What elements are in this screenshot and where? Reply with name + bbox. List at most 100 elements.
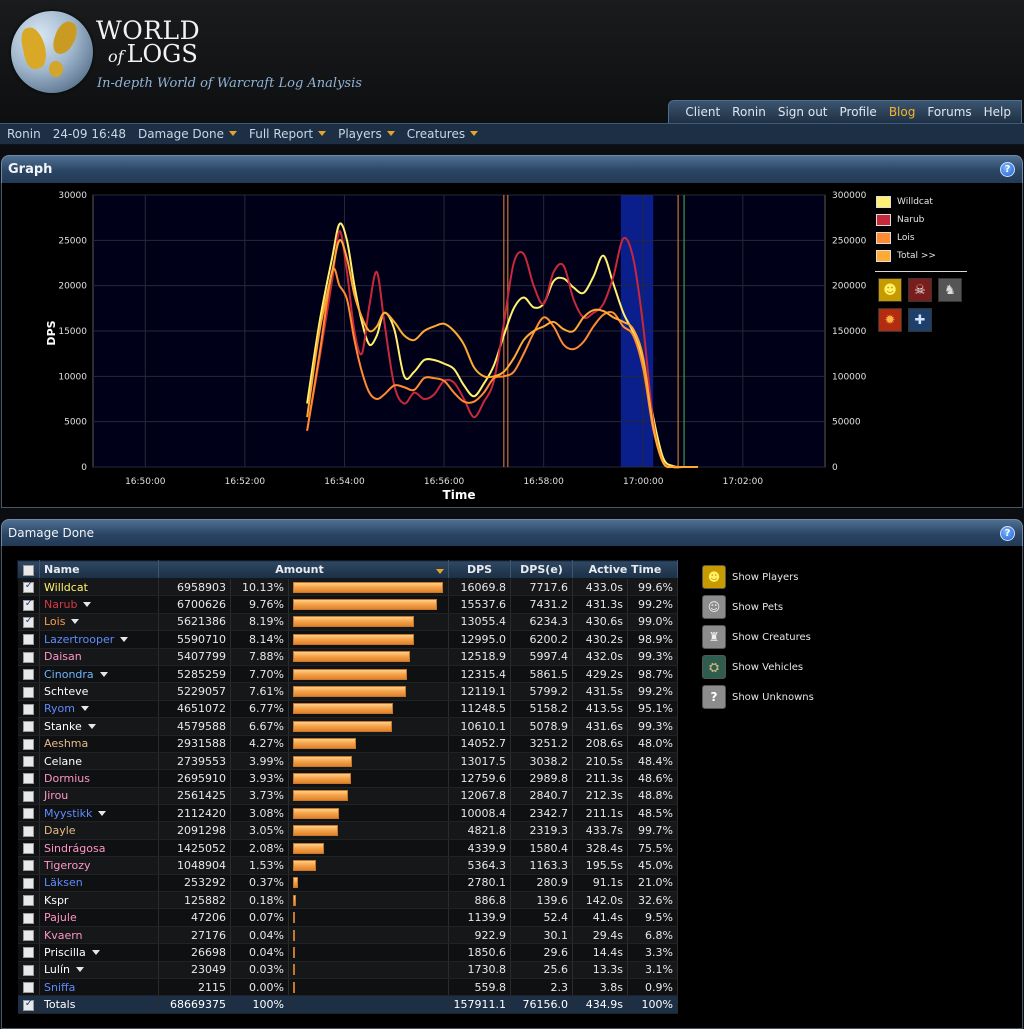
row-checkbox[interactable] xyxy=(22,634,34,646)
row-checkbox[interactable] xyxy=(22,964,34,976)
player-name-link[interactable]: Willdcat xyxy=(44,581,88,594)
row-checkbox[interactable] xyxy=(22,843,34,855)
breadcrumb-item[interactable]: Ronin xyxy=(7,127,41,141)
damage-help-icon[interactable]: ? xyxy=(1000,526,1015,541)
player-name-link[interactable]: Lazertrooper xyxy=(44,633,114,646)
table-row[interactable]: Pajule 47206 0.07% 1139.9 52.4 41.4s 9.5% xyxy=(17,908,678,927)
row-checkbox[interactable] xyxy=(22,686,34,698)
row-checkbox[interactable] xyxy=(22,598,34,611)
chevron-down-icon[interactable] xyxy=(386,131,395,136)
row-checkbox[interactable] xyxy=(22,982,34,994)
nav-link-client[interactable]: Client xyxy=(685,105,720,119)
player-name-link[interactable]: Myystikk xyxy=(44,807,92,820)
row-checkbox[interactable] xyxy=(22,947,34,959)
nav-link-forums[interactable]: Forums xyxy=(927,105,971,119)
chevron-down-icon[interactable] xyxy=(91,949,100,955)
player-name-link[interactable]: Tigerozy xyxy=(44,859,90,872)
table-row[interactable]: Narub 67006269.76% 15537.67431.2431.3s99.2… xyxy=(17,595,678,614)
show-option-show-creatures[interactable]: ♜ Show Creatures xyxy=(702,622,814,652)
nav-link-help[interactable]: Help xyxy=(984,105,1011,119)
chevron-down-icon[interactable] xyxy=(470,131,479,136)
plus-icon[interactable]: ✚ xyxy=(908,308,932,332)
player-name-link[interactable]: Ryom xyxy=(44,702,75,715)
nav-link-blog[interactable]: Blog xyxy=(889,105,916,119)
table-row[interactable]: Celane 2739553 3.99% 13017.5 3038.2 210.5s 48.… xyxy=(17,752,678,771)
world-of-logs-globe-logo[interactable] xyxy=(11,11,93,93)
row-checkbox[interactable] xyxy=(22,912,34,924)
show-option-show-players[interactable]: ☻ Show Players xyxy=(702,562,814,592)
table-row[interactable]: Aeshma 2931588 4.27% 14052.7 3251.2 208.6s 48.… xyxy=(17,735,678,753)
pets-icon[interactable]: ♞ xyxy=(938,278,962,302)
active-time-column-header[interactable]: Active Time xyxy=(572,560,678,579)
row-checkbox[interactable] xyxy=(22,825,34,837)
chevron-down-icon[interactable] xyxy=(76,967,84,973)
vehicles-icon[interactable]: ⛭ xyxy=(702,655,726,679)
chevron-down-icon[interactable] xyxy=(83,602,92,608)
nav-link-profile[interactable]: Profile xyxy=(840,105,877,119)
player-name-link[interactable]: Jirou xyxy=(44,789,68,802)
row-checkbox[interactable] xyxy=(22,651,34,663)
table-row[interactable]: Läksen 253292 0.37% 2780.1 280.9 91.1s 21.0% xyxy=(17,874,678,893)
row-checkbox[interactable] xyxy=(22,877,34,889)
chevron-down-icon[interactable] xyxy=(98,810,107,816)
chevron-down-icon[interactable] xyxy=(81,706,89,712)
select-all-header[interactable] xyxy=(17,560,40,579)
player-name-link[interactable]: Stanke xyxy=(44,720,82,733)
table-row[interactable]: Cinondra 5285259 7.70% 12315.4 5861.5 429.2s 9… xyxy=(17,665,678,684)
dpse-column-header[interactable]: DPS(e) xyxy=(510,560,573,579)
player-name-link[interactable]: Schteve xyxy=(44,685,88,698)
site-logo-text[interactable]: WORLD of LOGS xyxy=(96,18,200,68)
creatures-skull-icon[interactable]: ☠ xyxy=(908,278,932,302)
row-checkbox[interactable] xyxy=(22,756,34,768)
row-checkbox[interactable] xyxy=(22,580,34,594)
player-name-link[interactable]: Lois xyxy=(44,615,65,628)
table-row[interactable]: Dayle 2091298 3.05% 4821.8 2319.3 433.7s 99.7% xyxy=(17,821,678,840)
chevron-down-icon[interactable] xyxy=(71,619,80,625)
breadcrumb-item[interactable]: Full Report xyxy=(249,127,327,141)
breadcrumb-item[interactable]: 24-09 16:48 xyxy=(53,127,126,141)
row-checkbox[interactable] xyxy=(22,773,34,785)
table-row[interactable]: Sniffa 2115 0.00% 559.8 2.3 3.8s 0.9% xyxy=(17,978,678,997)
row-checkbox[interactable] xyxy=(22,615,34,628)
show-option-show-unknowns[interactable]: ? Show Unknowns xyxy=(702,682,814,712)
table-row[interactable]: Ryom 4651072 6.77% 11248.5 5158.2 413.5s 95.1% xyxy=(17,700,678,719)
totals-checkbox[interactable] xyxy=(22,998,34,1011)
row-checkbox[interactable] xyxy=(22,860,34,872)
show-option-show-pets[interactable]: ☺ Show Pets xyxy=(702,592,814,622)
row-checkbox[interactable] xyxy=(22,930,34,941)
select-all-checkbox[interactable] xyxy=(23,564,34,576)
table-row[interactable]: Jirou 2561425 3.73% 12067.8 2840.7 212.3s 48.8… xyxy=(17,787,678,806)
nav-link-ronin[interactable]: Ronin xyxy=(732,105,766,119)
pets-icon[interactable]: ☺ xyxy=(702,595,726,619)
chevron-down-icon[interactable] xyxy=(99,671,108,677)
table-row[interactable]: Schteve 5229057 7.61% 12119.1 5799.2 431.5s 99… xyxy=(17,682,678,701)
table-row[interactable]: Willdcat 695890310.13% 16069.87717.6433.0s… xyxy=(17,578,678,597)
show-option-show-vehicles[interactable]: ⛭ Show Vehicles xyxy=(702,652,814,682)
players-icon[interactable]: ☻ xyxy=(878,278,902,302)
row-checkbox[interactable] xyxy=(22,703,34,715)
graph-help-icon[interactable]: ? xyxy=(1000,162,1015,177)
table-row[interactable]: Stanke 4579588 6.67% 10610.1 5078.9 431.6s 99.… xyxy=(17,717,678,736)
table-row[interactable]: Dormius 2695910 3.93% 12759.6 2989.8 211.3s 48… xyxy=(17,769,678,788)
row-checkbox[interactable] xyxy=(22,790,34,802)
name-column-header[interactable]: Name xyxy=(39,560,159,579)
table-row[interactable]: Daisan 5407799 7.88% 12518.9 5997.4 432.0s 99.… xyxy=(17,648,678,666)
player-name-link[interactable]: Dormius xyxy=(44,772,90,785)
player-name-link[interactable]: Kvaern xyxy=(44,929,83,942)
player-name-link[interactable]: Celane xyxy=(44,755,82,768)
player-name-link[interactable]: Pajule xyxy=(44,911,77,924)
player-name-link[interactable]: Läksen xyxy=(44,876,83,889)
table-row[interactable]: Kspr 125882 0.18% 886.8 139.6 142.0s 32.6% xyxy=(17,891,678,910)
player-name-link[interactable]: Kspr xyxy=(44,894,68,907)
table-row[interactable]: Lulín 23049 0.03% 1730.8 25.6 13.3s 3.1% xyxy=(17,961,678,979)
row-checkbox[interactable] xyxy=(22,669,34,681)
player-name-link[interactable]: Sniffa xyxy=(44,981,75,994)
breadcrumb-item[interactable]: Damage Done xyxy=(138,127,237,141)
table-row[interactable]: Tigerozy 1048904 1.53% 5364.3 1163.3 195.5s 45… xyxy=(17,856,678,875)
row-checkbox[interactable] xyxy=(22,895,34,907)
chevron-down-icon[interactable] xyxy=(318,131,327,136)
chevron-down-icon[interactable] xyxy=(120,636,129,642)
table-row[interactable]: Lois 56213868.19% 13055.46234.3430.6s99.0% xyxy=(17,613,678,632)
chevron-down-icon[interactable] xyxy=(87,723,96,729)
table-row[interactable]: Sindrágosa 1425052 2.08% 4339.9 1580.4 328.4s… xyxy=(17,839,678,858)
